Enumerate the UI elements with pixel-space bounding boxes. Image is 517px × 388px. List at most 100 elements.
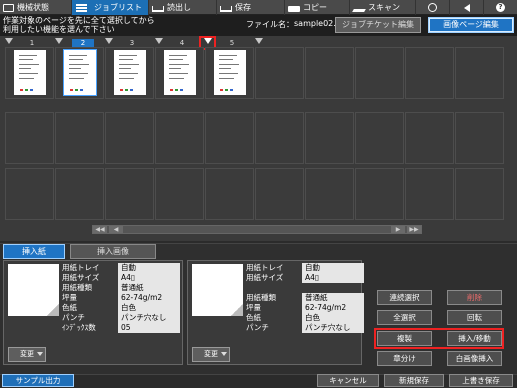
attr-value: 62-74g/m2 [302,303,364,313]
attr-value: 白色 [302,313,364,323]
tab-insert-paper[interactable]: 挿入紙 [3,244,65,259]
paper-preview [192,264,243,316]
attr-value: 普通紙 [118,283,180,293]
nav-label: コピー [303,3,327,12]
paper-attributes: 用紙トレイ 自動 用紙サイズ A4▯ 用紙種類 普通紙 坪量 62-74g/m2 色紙 白… [62,263,180,333]
nav-read[interactable]: 読出し [149,0,217,15]
empty-cell [405,168,454,220]
attr-value: 白色 [118,303,180,313]
insert-marker[interactable] [105,38,113,44]
page-thumbnail[interactable] [114,50,146,95]
attr-value: A4▯ [118,273,180,283]
empty-cell [455,47,504,99]
nav-label: スキャン [368,3,400,12]
select-all-button[interactable]: 全選択 [377,310,432,325]
nav-machine-status[interactable]: 機械状態 [0,0,72,15]
nav-scan[interactable]: スキャン [350,0,416,15]
speaker-icon [463,3,470,12]
insert-paper-settings-right: 用紙トレイ 自動 用紙サイズ A4▯ 用紙種類 普通紙 坪量 62-74g/m2 色紙 白… [187,260,364,365]
attr-key: パンチ [246,323,269,332]
empty-cell [255,47,304,99]
page-thumbnail[interactable] [214,50,246,95]
nav-label: 読出し [167,3,191,12]
page-thumbnail[interactable] [14,50,46,95]
page-cell[interactable] [5,47,54,99]
filename-label: ファイル名： [246,20,294,29]
page-grid-row [5,47,512,99]
nav-job-list[interactable]: ジョブリスト [72,0,149,15]
attr-key: 用紙トレイ [62,263,100,272]
empty-cell [455,112,504,164]
nav-label: ジョブリスト [94,3,142,12]
attr-key: 用紙種類 [246,293,276,302]
page-cell[interactable] [155,47,204,99]
rotate-button[interactable]: 回転 [447,310,502,325]
scroll-last-button[interactable]: ▶▶ [407,226,421,233]
attr-key: 坪量 [246,303,261,312]
change-button[interactable]: 変更 [192,347,230,362]
change-button[interactable]: 変更 [8,347,46,362]
tab-insert-image[interactable]: 挿入画像 [70,244,156,259]
copy-icon [288,5,300,12]
attr-value: A4▯ [302,273,364,283]
empty-cell [55,168,104,220]
empty-cell [205,168,254,220]
scroll-first-button[interactable]: ◀◀ [93,226,107,233]
change-label: 変更 [204,350,218,358]
attr-key: 坪量 [62,293,77,302]
continuous-select-button[interactable]: 連続選択 [377,290,432,305]
cancel-button[interactable]: キャンセル [317,374,379,387]
attr-key: 色紙 [246,313,261,322]
job-list-icon [75,3,91,12]
nav-help[interactable]: ? [484,0,517,15]
tab-image-page-edit[interactable]: 画像ページ編集 [428,17,514,33]
delete-button[interactable]: 削除 [447,290,502,305]
sample-output-button[interactable]: サンプル出力 [2,374,74,387]
attr-value: パンチ穴なし [302,323,364,333]
empty-cell [355,47,404,99]
nav-language[interactable] [416,0,450,15]
attr-value: 自動 [118,263,180,273]
empty-cell [305,112,354,164]
page-thumbnail[interactable] [164,50,196,95]
empty-cell [405,112,454,164]
nav-volume[interactable] [450,0,484,15]
page-thumbnail-selected[interactable] [63,49,97,96]
page-cell[interactable] [205,47,254,99]
dropdown-arrow-icon [37,352,43,356]
blank-image-insert-button[interactable]: 白画像挿入 [447,351,502,366]
attr-value: 05 [118,323,180,333]
insert-marker[interactable] [5,38,13,44]
nav-label: 保存 [235,3,251,12]
attr-value [302,283,364,293]
insert-marker[interactable] [255,38,263,44]
page-cell-selected[interactable] [55,47,104,99]
scan-icon [352,8,366,12]
overwrite-save-button[interactable]: 上書き保存 [449,374,513,387]
instruction-text: 作業対象のページを先に全て選択してから 利用したい機能を選んで下さい [3,16,203,34]
nav-copy[interactable]: コピー [285,0,350,15]
empty-cell [305,168,354,220]
scroll-left-button[interactable]: ◀ [109,226,123,233]
insert-marker[interactable] [55,38,63,44]
scroll-right-button[interactable]: ▶ [391,226,405,233]
action-highlight [374,328,504,349]
empty-cell [155,168,204,220]
horizontal-scrollbar[interactable]: ◀◀ ◀ ▶ ▶▶ [92,225,422,234]
chapter-split-button[interactable]: 章分け [377,351,432,366]
page-grid-row [5,168,512,220]
attr-key [246,283,302,293]
dropdown-arrow-icon [221,352,227,356]
attr-value: 62-74g/m2 [118,293,180,303]
empty-cell [355,112,404,164]
new-save-button[interactable]: 新規保存 [384,374,444,387]
nav-label: 機械状態 [17,3,49,12]
insert-marker[interactable] [155,38,163,44]
nav-save[interactable]: 保存 [217,0,285,15]
attr-key: 用紙種類 [62,283,92,292]
machine-status-icon [3,3,14,12]
page-cell[interactable] [105,47,154,99]
attr-key: パンチ [62,313,85,322]
attr-key: ｲﾝﾃﾞｯｸｽ数 [62,323,96,332]
tab-job-ticket-edit[interactable]: ジョブチケット編集 [335,17,421,33]
